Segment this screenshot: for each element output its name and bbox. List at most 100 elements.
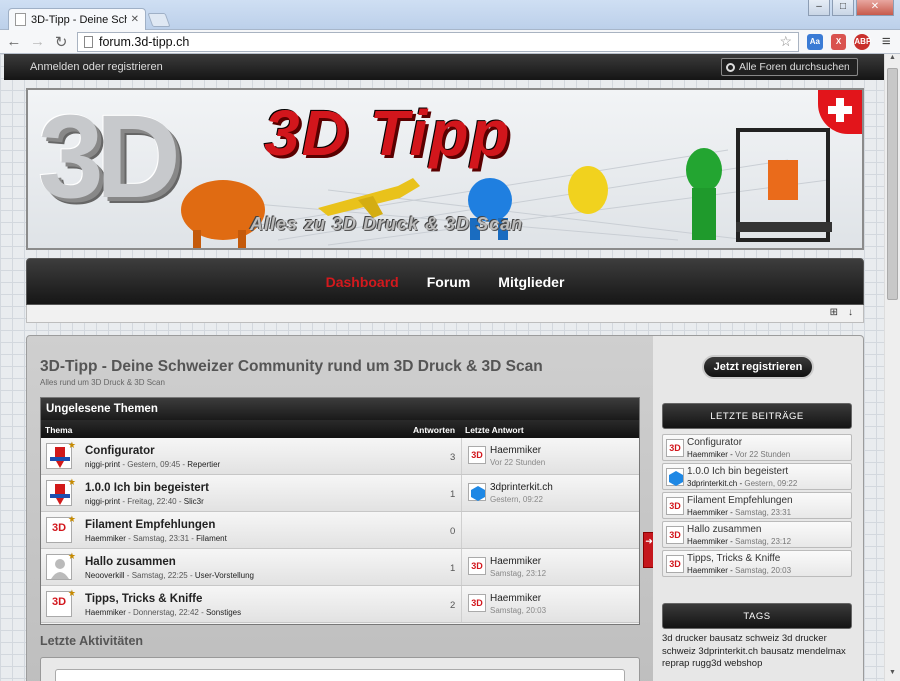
last-reply-time: Samstag, 23:12 (490, 569, 547, 578)
translate-extension-icon[interactable]: Aa (807, 33, 823, 50)
nav-dashboard[interactable]: Dashboard (326, 274, 399, 290)
adblock-extension-icon[interactable]: ABP (854, 33, 871, 50)
topic-date: Gestern, 09:45 (127, 460, 181, 469)
user-avatar[interactable]: 3D (468, 557, 486, 575)
bookmark-star-icon[interactable]: ☆ (780, 33, 793, 50)
main-content: 3D-Tipp - Deine Schweizer Community rund… (26, 335, 654, 681)
user-avatar[interactable]: 3D (468, 446, 486, 464)
reply-count: 1 (450, 489, 456, 500)
post-title[interactable]: Hallo zusammen (687, 524, 761, 535)
cube-avatar-icon[interactable] (468, 483, 486, 501)
back-icon[interactable]: ← (6, 33, 22, 50)
recent-post-item[interactable]: 3D Hallo zusammen Haemmiker - Samstag, 2… (662, 521, 852, 548)
topic-title[interactable]: Hallo zusammen (85, 556, 176, 568)
minimize-button[interactable]: – (808, 0, 830, 16)
topic-title[interactable]: Filament Empfehlungen (85, 519, 215, 531)
topic-meta: Neooverkill - Samstag, 22:25 - User-Vors… (85, 571, 254, 580)
recent-post-item[interactable]: 3D Filament Empfehlungen Haemmiker - Sam… (662, 492, 852, 519)
post-title[interactable]: Configurator (687, 437, 742, 448)
reply-count: 1 (450, 563, 456, 574)
last-reply-user[interactable]: Haemmiker (490, 556, 541, 567)
recent-post-item[interactable]: 1.0.0 Ich bin begeistert 3dprinterkit.ch… (662, 463, 852, 490)
recent-posts-heading: LETZTE BEITRÄGE (662, 403, 852, 429)
last-reply-user[interactable]: Haemmiker (490, 593, 541, 604)
browser-tab[interactable]: 3D-Tipp - Deine Schweizer Co ✕ (8, 8, 146, 30)
activity-heading: Letzte Aktivitäten (40, 634, 144, 648)
new-star-icon: ★ (67, 514, 76, 524)
reply-count: 3 (450, 452, 456, 463)
topic-date: Freitag, 22:40 (127, 497, 177, 506)
table-row[interactable]: ★ 1.0.0 Ich bin begeistert niggi-print -… (41, 475, 639, 512)
recent-post-item[interactable]: 3D Configurator Haemmiker - Vor 22 Stund… (662, 434, 852, 461)
user-avatar[interactable]: 3D (468, 594, 486, 612)
window-controls: – □ ✕ (808, 0, 894, 16)
last-reply-cell: 3D Haemmiker Vor 22 Stunden (461, 438, 639, 474)
new-star-icon: ★ (67, 588, 76, 598)
table-row[interactable]: 3D ★ Filament Empfehlungen Haemmiker - S… (41, 512, 639, 549)
close-window-button[interactable]: ✕ (856, 0, 894, 16)
printer-icon: ★ (46, 440, 76, 469)
unread-heading: Ungelesene Themen (41, 398, 639, 420)
last-reply-cell: 3dprinterkit.ch Gestern, 09:22 (461, 475, 639, 511)
topic-date: Samstag, 23:31 (133, 534, 190, 543)
new-tab-button[interactable] (147, 13, 171, 27)
cube-avatar-icon (666, 468, 684, 486)
scrollbar-thumb[interactable] (887, 68, 898, 300)
new-star-icon: ★ (67, 477, 76, 487)
site-tagline: Alles zu 3D Druck & 3D Scan (250, 214, 524, 234)
scroll-down-icon[interactable]: ↓ (848, 307, 853, 318)
menu-icon[interactable]: ≡ (878, 33, 894, 50)
search-input[interactable] (739, 61, 849, 73)
post-meta: Haemmiker - Vor 22 Stunden (687, 450, 791, 459)
topic-title[interactable]: Tipps, Tricks & Kniffe (85, 593, 202, 605)
last-reply-user[interactable]: Haemmiker (490, 445, 541, 456)
last-reply-cell: 3D Haemmiker Samstag, 20:03 (461, 586, 639, 622)
scroll-down-icon[interactable]: ▼ (885, 669, 900, 681)
tab-close-icon[interactable]: ✕ (131, 14, 139, 25)
tab-title: 3D-Tipp - Deine Schweizer Co (31, 13, 127, 26)
topic-forum: User-Vorstellung (194, 571, 254, 580)
scroll-up-icon[interactable]: ▲ (885, 54, 900, 66)
post-title[interactable]: 1.0.0 Ich bin begeistert (687, 466, 788, 477)
page-scrollbar[interactable]: ▲ ▼ (884, 54, 900, 681)
table-row[interactable]: ★ Hallo zusammen Neooverkill - Samstag, … (41, 549, 639, 586)
maximize-button[interactable]: □ (832, 0, 854, 16)
page-icon (15, 13, 26, 26)
topic-meta: Haemmiker - Donnerstag, 22:42 - Sonstige… (85, 608, 242, 617)
topic-title[interactable]: Configurator (85, 445, 155, 457)
topic-meta: niggi-print - Gestern, 09:45 - Repertier (85, 460, 221, 469)
search-box[interactable] (721, 58, 858, 76)
post-time: Samstag, 20:03 (735, 566, 792, 575)
post-title[interactable]: Tipps, Tricks & Kniffe (687, 553, 780, 564)
user-avatar: 3D (666, 497, 684, 515)
table-row[interactable]: ★ Configurator niggi-print - Gestern, 09… (41, 438, 639, 475)
last-reply-user[interactable]: 3dprinterkit.ch (490, 482, 553, 493)
col-last-reply: Letzte Antwort (465, 425, 524, 435)
register-button[interactable]: Jetzt registrieren (702, 355, 814, 379)
topic-title[interactable]: 1.0.0 Ich bin begeistert (85, 482, 209, 494)
site-banner[interactable]: 3D 3D Tipp Alles zu 3D Druck & 3D Scan (26, 88, 864, 250)
gmail-extension-icon[interactable]: X (830, 33, 847, 50)
topic-forum: Slic3r (183, 497, 204, 506)
address-bar[interactable]: forum.3d-tipp.ch ☆ (76, 31, 800, 52)
user-avatar: 3D (666, 555, 684, 573)
recent-post-item[interactable]: 3D Tipps, Tricks & Kniffe Haemmiker - Sa… (662, 550, 852, 577)
page-viewport: Anmelden oder registrieren Alle Foren du… (0, 54, 884, 681)
forward-icon[interactable]: → (30, 33, 46, 50)
url-text[interactable]: forum.3d-tipp.ch (99, 35, 774, 49)
sitemap-icon[interactable]: ⊞ (830, 307, 838, 318)
tag-cloud[interactable]: 3d drucker bausatz schweiz 3d drucker sc… (662, 633, 854, 671)
reload-icon[interactable]: ↻ (53, 33, 69, 51)
last-reply-time: Gestern, 09:22 (490, 495, 543, 504)
unread-topics-box: Ungelesene Themen Thema Antworten Letzte… (40, 397, 640, 625)
search-icon (726, 62, 735, 72)
topic-author: Haemmiker (85, 534, 126, 543)
post-title[interactable]: Filament Empfehlungen (687, 495, 793, 506)
browser-toolbar: ← → ↻ forum.3d-tipp.ch ☆ Aa X ABP ≡ (0, 30, 900, 54)
nav-forum[interactable]: Forum (427, 274, 471, 290)
post-user: Haemmiker (687, 566, 728, 575)
last-reply-time: Vor 22 Stunden (490, 458, 546, 467)
nav-mitglieder[interactable]: Mitglieder (498, 274, 564, 290)
table-row[interactable]: 3D ★ Tipps, Tricks & Kniffe Haemmiker - … (41, 586, 639, 623)
login-link[interactable]: Anmelden oder registrieren (30, 61, 163, 73)
